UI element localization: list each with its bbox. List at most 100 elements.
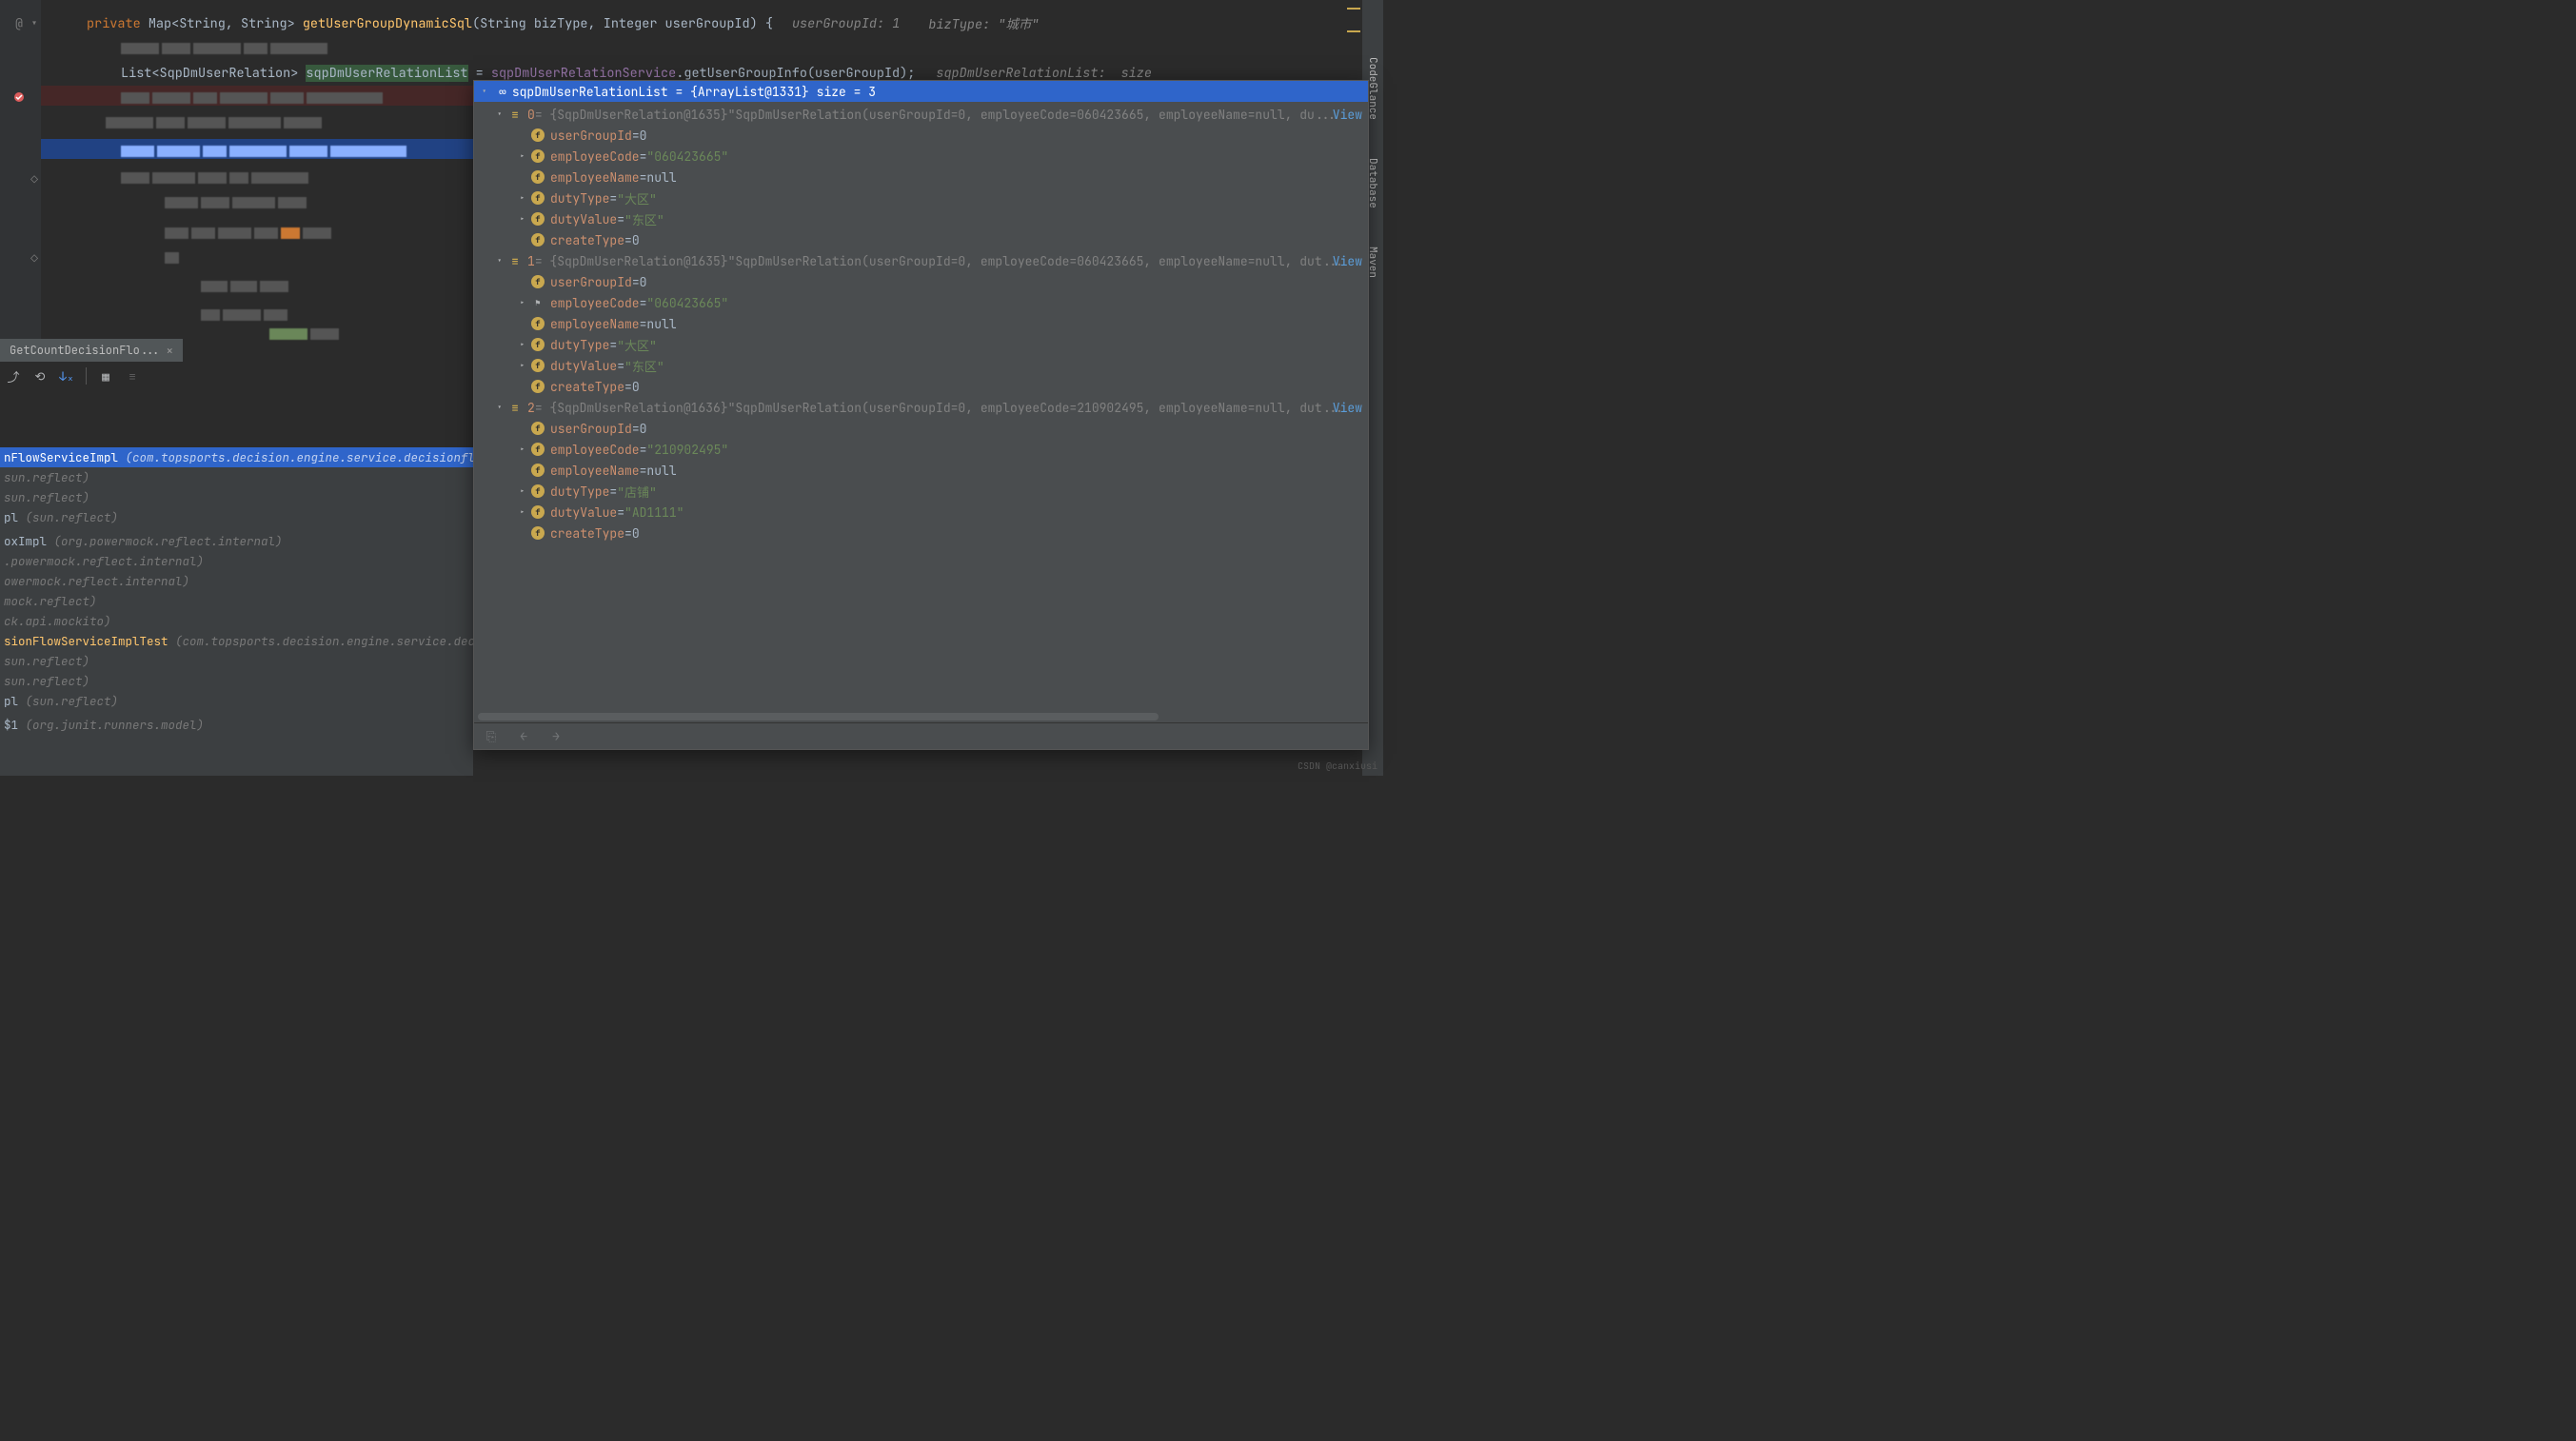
- keyword: private: [87, 15, 141, 32]
- field-row[interactable]: ▸ f employeeCode = "060423665": [474, 146, 1368, 167]
- variables-popup: ▾ ∞ sqpDmUserRelationList = {ArrayList@1…: [473, 80, 1369, 750]
- tab-label: GetCountDecisionFlo...: [10, 343, 160, 358]
- caret-icon[interactable]: ▸: [520, 485, 531, 497]
- refresh-icon[interactable]: ⟲: [32, 368, 48, 384]
- field-row[interactable]: f userGroupId = 0: [474, 271, 1368, 292]
- field-icon: f: [531, 170, 545, 184]
- field-row[interactable]: ▸ f dutyValue = "东区": [474, 355, 1368, 376]
- fold-icon[interactable]: ◇: [27, 171, 42, 187]
- horizontal-scrollbar[interactable]: [478, 713, 1159, 720]
- stack-frame[interactable]: sun.reflect): [0, 671, 473, 691]
- override-icon[interactable]: @: [11, 15, 27, 30]
- array-item-row[interactable]: ▾ ≡ 2 = {SqpDmUserRelation@1636} "SqpDmU…: [474, 397, 1368, 418]
- debug-tab[interactable]: GetCountDecisionFlo... ×: [0, 339, 183, 362]
- field-row[interactable]: f createType = 0: [474, 523, 1368, 543]
- caret-icon[interactable]: ▸: [520, 192, 531, 204]
- field-icon: f: [531, 484, 545, 498]
- params: (String bizType, Integer userGroupId) {: [472, 15, 773, 32]
- stack-frame[interactable]: sun.reflect): [0, 487, 473, 507]
- method-name: getUserGroupDynamicSql: [303, 15, 472, 32]
- field-row[interactable]: ▸ ⚑ employeeCode = "060423665": [474, 292, 1368, 313]
- call: .getUserGroupInfo(userGroupId);: [676, 65, 915, 82]
- caret-icon[interactable]: ▸: [520, 506, 531, 518]
- field-row[interactable]: f createType = 0: [474, 229, 1368, 250]
- field-icon: f: [531, 275, 545, 288]
- text: =: [468, 65, 491, 82]
- variables-tree[interactable]: ▾ ≡ 0 = {SqpDmUserRelation@1635} "SqpDmU…: [474, 102, 1368, 722]
- stack-frame[interactable]: owermock.reflect.internal): [0, 571, 473, 591]
- type: List<SqpDmUserRelation>: [121, 65, 298, 82]
- copy-icon[interactable]: ⎘: [484, 729, 499, 744]
- stack-frame[interactable]: mock.reflect): [0, 591, 473, 611]
- more-icon[interactable]: ≡: [125, 368, 140, 384]
- caret-down-icon[interactable]: ▾: [497, 255, 508, 266]
- stack-frame[interactable]: sun.reflect): [0, 651, 473, 671]
- field-row[interactable]: f employeeName = null: [474, 167, 1368, 188]
- field-icon: f: [531, 128, 545, 142]
- array-icon: ≡: [508, 254, 522, 267]
- view-link[interactable]: View: [1333, 400, 1362, 416]
- caret-icon[interactable]: ▸: [520, 360, 531, 371]
- stack-frame[interactable]: pl (sun.reflect): [0, 691, 473, 711]
- stack-frame[interactable]: sun.reflect): [0, 467, 473, 487]
- view-link[interactable]: View: [1333, 107, 1362, 123]
- caret-down-icon[interactable]: ▾: [482, 86, 493, 97]
- link-icon: ∞: [499, 84, 506, 100]
- type: Map<String, String>: [149, 15, 295, 32]
- variable: sqpDmUserRelationList: [306, 65, 467, 82]
- close-icon[interactable]: ×: [166, 343, 173, 359]
- fold-icon[interactable]: ◇: [27, 250, 42, 266]
- caret-icon[interactable]: ▸: [520, 339, 531, 350]
- stack-frame[interactable]: $1 (org.junit.runners.model): [0, 715, 473, 735]
- field-icon: f: [531, 505, 545, 519]
- array-item-row[interactable]: ▾ ≡ 1 = {SqpDmUserRelation@1635} "SqpDmU…: [474, 250, 1368, 271]
- popup-footer: ⎘ ← →: [474, 722, 1368, 749]
- filter-icon[interactable]: ↓ₓ: [59, 368, 74, 384]
- field-icon: f: [531, 317, 545, 330]
- field-row[interactable]: f employeeName = null: [474, 460, 1368, 481]
- caret-down-icon[interactable]: ▾: [497, 402, 508, 413]
- frames-panel[interactable]: nFlowServiceImpl (com.topsports.decision…: [0, 447, 473, 776]
- stack-frame[interactable]: .powermock.reflect.internal): [0, 551, 473, 571]
- variable-root-row[interactable]: ▾ ∞ sqpDmUserRelationList = {ArrayList@1…: [474, 81, 1368, 102]
- restart-frame-icon[interactable]: ⤴: [6, 368, 21, 384]
- field-row[interactable]: ▸ f dutyType = "店铺": [474, 481, 1368, 502]
- inline-hint: bizType: "城市": [928, 13, 1039, 33]
- stack-frame[interactable]: sionFlowServiceImplTest (com.topsports.d…: [0, 631, 473, 651]
- field-row[interactable]: ▸ f dutyValue = "东区": [474, 208, 1368, 229]
- caret-down-icon[interactable]: ▾: [497, 109, 508, 120]
- field-row[interactable]: ▸ f dutyType = "大区": [474, 188, 1368, 208]
- debug-toolbar: ⤴ ⟲ ↓ₓ ▦ ≡: [0, 364, 140, 388]
- caret-icon[interactable]: ▸: [520, 297, 531, 308]
- service: sqpDmUserRelationService: [491, 65, 676, 82]
- breakpoint-icon[interactable]: [11, 89, 27, 105]
- field-row[interactable]: ▸ f dutyType = "大区": [474, 334, 1368, 355]
- stack-frame[interactable]: nFlowServiceImpl (com.topsports.decision…: [0, 447, 473, 467]
- field-icon: f: [531, 359, 545, 372]
- field-row[interactable]: f createType = 0: [474, 376, 1368, 397]
- field-row[interactable]: f userGroupId = 0: [474, 418, 1368, 439]
- var-value: = {ArrayList@1331} size = 3: [675, 84, 876, 100]
- forward-icon[interactable]: →: [548, 729, 564, 744]
- collapse-icon[interactable]: ▾: [27, 15, 42, 30]
- caret-icon[interactable]: ▸: [520, 213, 531, 225]
- inline-hint: userGroupId: 1: [792, 15, 900, 32]
- array-item-row[interactable]: ▾ ≡ 0 = {SqpDmUserRelation@1635} "SqpDmU…: [474, 104, 1368, 125]
- stack-frame[interactable]: ck.api.mockito): [0, 611, 473, 631]
- field-row[interactable]: ▸ f dutyValue = "AD1111": [474, 502, 1368, 523]
- back-icon[interactable]: ←: [516, 729, 531, 744]
- stack-frame[interactable]: oxImpl (org.powermock.reflect.internal): [0, 531, 473, 551]
- var-name: sqpDmUserRelationList: [512, 84, 668, 100]
- field-row[interactable]: ▸ f employeeCode = "210902495": [474, 439, 1368, 460]
- field-icon: f: [531, 149, 545, 163]
- inline-hint: sqpDmUserRelationList:: [936, 65, 1105, 82]
- field-icon: f: [531, 212, 545, 226]
- caret-icon[interactable]: ▸: [520, 150, 531, 162]
- caret-icon[interactable]: ▸: [520, 444, 531, 455]
- field-row[interactable]: f userGroupId = 0: [474, 125, 1368, 146]
- field-icon: f: [531, 233, 545, 247]
- stack-frame[interactable]: pl (sun.reflect): [0, 507, 473, 527]
- view-link[interactable]: View: [1333, 253, 1362, 269]
- layout-icon[interactable]: ▦: [98, 368, 113, 384]
- field-row[interactable]: f employeeName = null: [474, 313, 1368, 334]
